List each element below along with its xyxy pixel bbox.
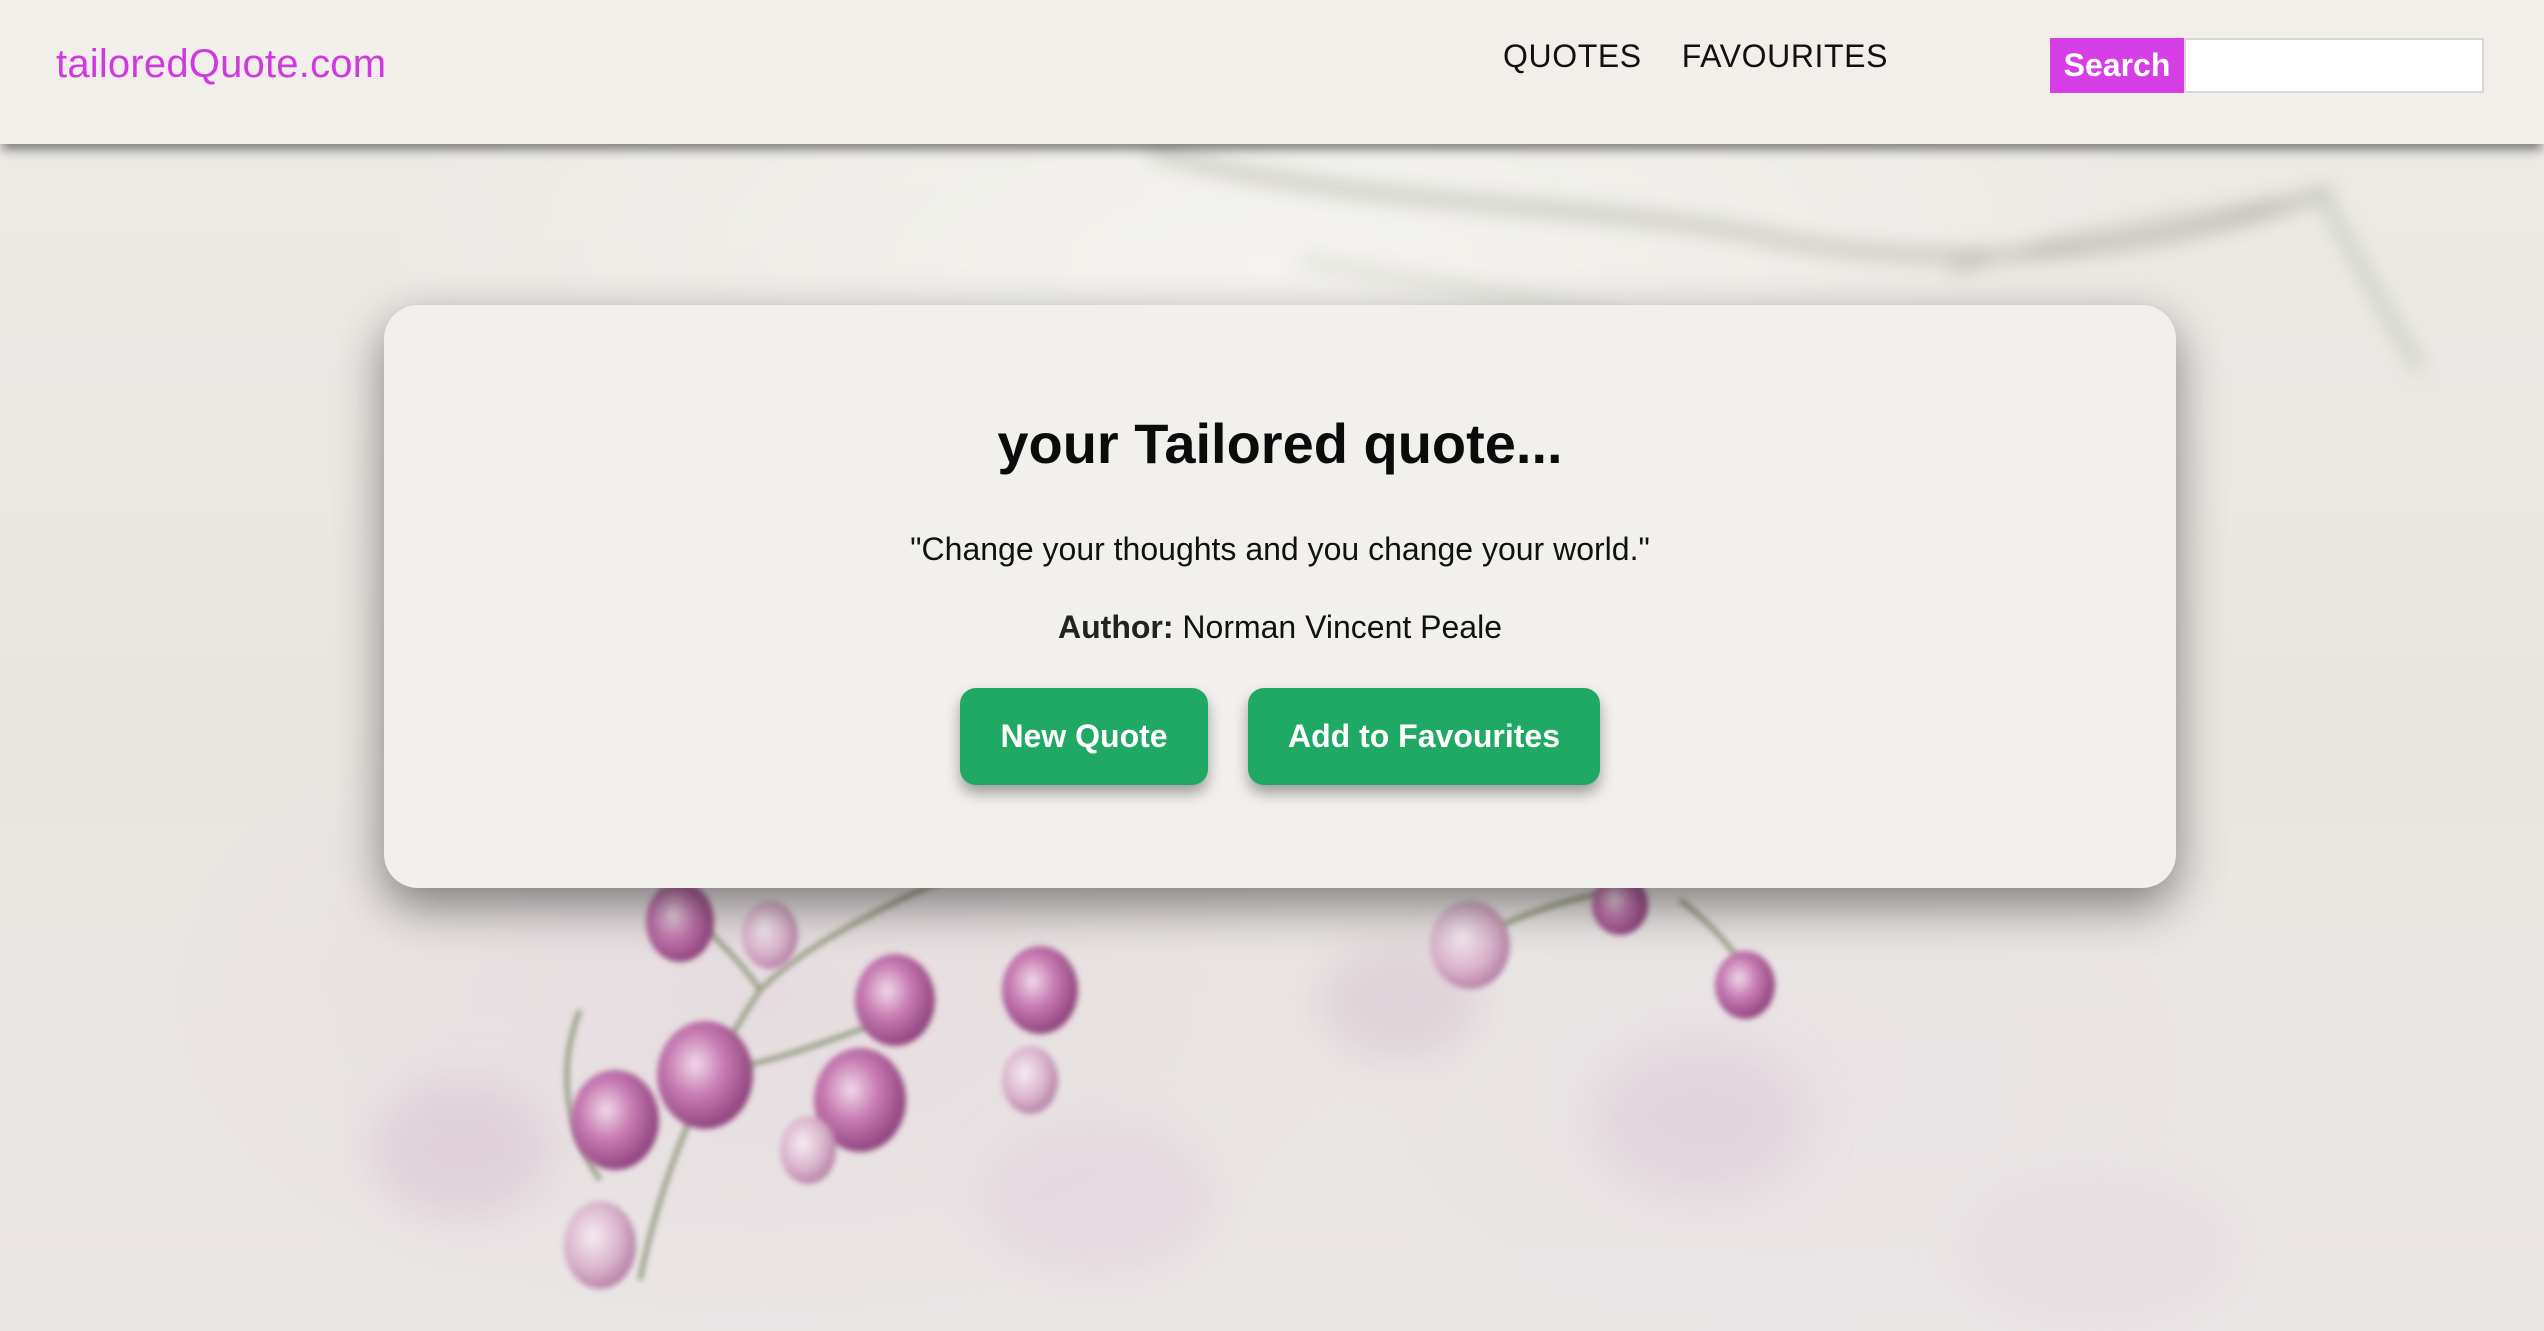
search-button[interactable]: Search: [2050, 38, 2184, 93]
new-quote-button[interactable]: New Quote: [960, 688, 1208, 785]
nav-link-quotes[interactable]: QUOTES: [1503, 38, 1642, 75]
quote-card: your Tailored quote... "Change your thou…: [384, 305, 2176, 888]
top-navigation-bar: tailoredQuote.com QUOTES FAVOURITES Sear…: [0, 0, 2544, 144]
main-nav: QUOTES FAVOURITES: [1503, 38, 1888, 75]
site-logo-link[interactable]: tailoredQuote.com: [56, 42, 386, 87]
author-label: Author:: [1058, 609, 1183, 645]
nav-link-favourites[interactable]: FAVOURITES: [1682, 38, 1888, 75]
author-name: Norman Vincent Peale: [1182, 609, 1502, 645]
author-line: Author: Norman Vincent Peale: [384, 609, 2176, 646]
quote-card-title: your Tailored quote...: [997, 412, 1563, 475]
quote-text: "Change your thoughts and you change you…: [910, 531, 1650, 567]
search-form: Search: [2050, 38, 2484, 93]
add-to-favourites-button[interactable]: Add to Favourites: [1248, 688, 1600, 785]
quote-actions: New Quote Add to Favourites: [384, 688, 2176, 785]
search-input[interactable]: [2184, 38, 2484, 93]
